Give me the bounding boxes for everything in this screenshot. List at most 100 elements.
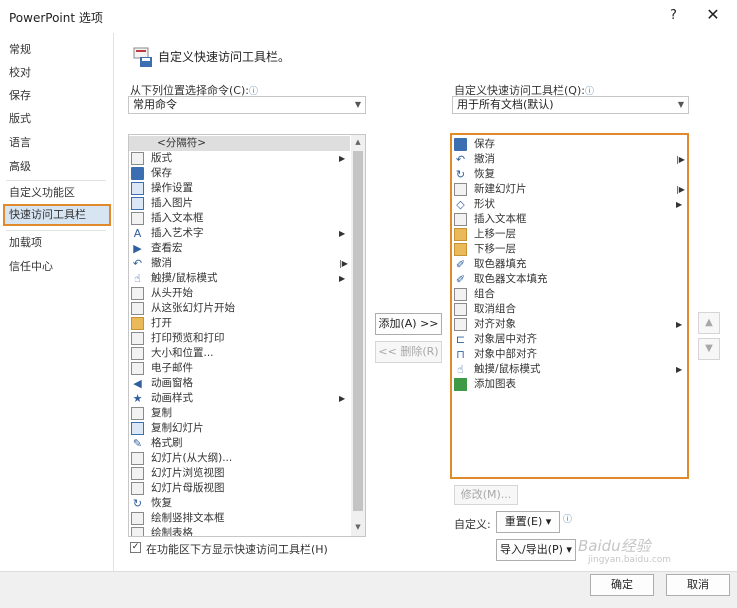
toolbar-commands-list[interactable]: 保存 ↶ 撤消 |▶ ↻ 恢复 新建幻灯片 |▶ ◇ 形状 ▶ 插入文本框 上移一层 下移一层 ✐ 取色器填充… bbox=[450, 133, 689, 479]
eyedropper-icon: ✐ bbox=[455, 258, 466, 271]
list-item-label: 查看宏 bbox=[151, 242, 183, 254]
submenu-arrow-icon: |▶ bbox=[676, 155, 685, 164]
list-item[interactable]: ↶ 撤消 |▶ bbox=[129, 256, 350, 271]
list-item[interactable]: 操作设置 bbox=[129, 181, 350, 196]
move-up-button[interactable]: ▲ bbox=[698, 312, 720, 334]
available-commands-list[interactable]: ▲ ▼ <分隔符> 版式 ▶ 保存 操作设置 插入图片 插入文本框 A 插入艺术字 ▶ ▶ 查看宏 ↶ 撤… bbox=[128, 134, 366, 537]
list-item[interactable]: 保存 bbox=[129, 166, 350, 181]
toolbar-scope-combo[interactable]: 用于所有文档(默认) ▼ bbox=[452, 96, 689, 114]
list-item[interactable]: 版式 ▶ bbox=[129, 151, 350, 166]
list-item-label: 新建幻灯片 bbox=[474, 183, 527, 195]
list-item[interactable]: ↶ 撤消 |▶ bbox=[452, 152, 687, 167]
scroll-up-icon[interactable]: ▲ bbox=[351, 135, 365, 149]
list-item[interactable]: ↻ 恢复 bbox=[129, 496, 350, 511]
list-item[interactable]: 打印预览和打印 bbox=[129, 331, 350, 346]
list-item[interactable]: ★ 动画样式 ▶ bbox=[129, 391, 350, 406]
list-item[interactable]: 绘制竖排文本框 bbox=[129, 511, 350, 526]
list-item[interactable]: 绘制表格 bbox=[129, 526, 350, 537]
list-item[interactable]: ⊏ 对象居中对齐 bbox=[452, 332, 687, 347]
submenu-arrow-icon: ▶ bbox=[339, 274, 346, 283]
scroll-thumb[interactable] bbox=[353, 151, 363, 511]
list-item[interactable]: 从这张幻灯片开始 bbox=[129, 301, 350, 316]
list-item-label: 撤消 bbox=[151, 257, 172, 269]
sidebar-item-language[interactable]: 语言 bbox=[3, 132, 111, 154]
list-item[interactable]: 电子邮件 bbox=[129, 361, 350, 376]
submenu-arrow-icon: ▶ bbox=[339, 154, 346, 163]
sidebar-item-proofing[interactable]: 校对 bbox=[3, 62, 111, 84]
sidebar-item-layout[interactable]: 版式 bbox=[3, 108, 111, 130]
sidebar-item-addins[interactable]: 加载项 bbox=[3, 232, 111, 254]
list-item[interactable]: ✐ 取色器文本填充 bbox=[452, 272, 687, 287]
list-item-label: 保存 bbox=[151, 167, 172, 179]
size-icon bbox=[131, 347, 144, 360]
scroll-down-icon[interactable]: ▼ bbox=[351, 520, 365, 534]
sidebar-divider bbox=[6, 180, 106, 181]
list-item[interactable]: ⊓ 对象中部对齐 bbox=[452, 347, 687, 362]
list-item[interactable]: 打开 bbox=[129, 316, 350, 331]
list-item[interactable]: 上移一层 bbox=[452, 227, 687, 242]
choose-commands-combo[interactable]: 常用命令 ▼ bbox=[128, 96, 366, 114]
list-item[interactable]: <分隔符> bbox=[129, 136, 350, 151]
list-item[interactable]: A 插入艺术字 ▶ bbox=[129, 226, 350, 241]
show-below-ribbon-checkbox[interactable]: ✓ bbox=[130, 542, 141, 553]
macro-icon: ▶ bbox=[133, 242, 142, 255]
list-item[interactable]: ☝ 触摸/鼠标模式 ▶ bbox=[452, 362, 687, 377]
list-item[interactable]: ◇ 形状 ▶ bbox=[452, 197, 687, 212]
ungroup-icon bbox=[454, 303, 467, 316]
list-item[interactable]: ☝ 触摸/鼠标模式 ▶ bbox=[129, 271, 350, 286]
sidebar-item-advanced[interactable]: 高级 bbox=[3, 156, 111, 178]
list-item[interactable]: ↻ 恢复 bbox=[452, 167, 687, 182]
list-item[interactable]: 保存 bbox=[452, 137, 687, 152]
sorter-icon bbox=[131, 467, 144, 480]
close-button[interactable]: ✕ bbox=[704, 5, 722, 24]
list-item[interactable]: 从头开始 bbox=[129, 286, 350, 301]
list-item[interactable]: ▶ 查看宏 bbox=[129, 241, 350, 256]
list-item[interactable]: ✎ 格式刷 bbox=[129, 436, 350, 451]
sidebar-item-quick-access-toolbar[interactable]: 快速访问工具栏 bbox=[3, 204, 111, 226]
action-icon bbox=[131, 182, 144, 195]
list-item[interactable]: 对齐对象 ▶ bbox=[452, 317, 687, 332]
list-item-label: 对象中部对齐 bbox=[474, 348, 537, 360]
list-item[interactable]: 取消组合 bbox=[452, 302, 687, 317]
available-commands-scrollbar[interactable]: ▲ ▼ bbox=[351, 135, 365, 536]
import-export-button[interactable]: 导入/导出(P) ▾ bbox=[496, 539, 576, 561]
list-item[interactable]: 复制 bbox=[129, 406, 350, 421]
list-item[interactable]: ◀ 动画窗格 bbox=[129, 376, 350, 391]
reset-button[interactable]: 重置(E) ▾ bbox=[496, 511, 560, 533]
sidebar-item-customize-ribbon[interactable]: 自定义功能区 bbox=[3, 182, 111, 204]
list-item-label: 添加图表 bbox=[474, 378, 516, 390]
modify-button[interactable]: 修改(M)... bbox=[454, 485, 518, 505]
add-button[interactable]: 添加(A) >> bbox=[375, 313, 442, 335]
list-item[interactable]: 新建幻灯片 |▶ bbox=[452, 182, 687, 197]
list-item-label: 触摸/鼠标模式 bbox=[151, 272, 218, 284]
list-item[interactable]: ✐ 取色器填充 bbox=[452, 257, 687, 272]
toolbar-scope-value: 用于所有文档(默认) bbox=[457, 98, 554, 111]
list-item[interactable]: 复制幻灯片 bbox=[129, 421, 350, 436]
list-item[interactable]: 幻灯片浏览视图 bbox=[129, 466, 350, 481]
list-item[interactable]: 添加图表 bbox=[452, 377, 687, 392]
sidebar-item-trust-center[interactable]: 信任中心 bbox=[3, 256, 111, 278]
list-item[interactable]: 下移一层 bbox=[452, 242, 687, 257]
duplicate-slide-icon bbox=[131, 422, 144, 435]
list-item-label: 复制幻灯片 bbox=[151, 422, 204, 434]
list-item[interactable]: 组合 bbox=[452, 287, 687, 302]
wordart-icon: A bbox=[133, 227, 142, 240]
list-item-label: 绘制表格 bbox=[151, 527, 193, 537]
customize-label: 自定义: bbox=[454, 518, 491, 531]
sidebar-item-general[interactable]: 常规 bbox=[3, 39, 111, 61]
list-item[interactable]: 大小和位置... bbox=[129, 346, 350, 361]
list-item[interactable]: 插入图片 bbox=[129, 196, 350, 211]
help-button[interactable]: ? bbox=[670, 8, 677, 23]
list-item-label: 对齐对象 bbox=[474, 318, 516, 330]
list-item[interactable]: 插入文本框 bbox=[129, 211, 350, 226]
list-item[interactable]: 幻灯片(从大纲)... bbox=[129, 451, 350, 466]
list-item[interactable]: 插入文本框 bbox=[452, 212, 687, 227]
list-item[interactable]: 幻灯片母版视图 bbox=[129, 481, 350, 496]
sidebar-item-save[interactable]: 保存 bbox=[3, 85, 111, 107]
list-item-label: 从这张幻灯片开始 bbox=[151, 302, 235, 314]
ok-button[interactable]: 确定 bbox=[590, 574, 654, 596]
move-down-button[interactable]: ▼ bbox=[698, 338, 720, 360]
remove-button[interactable]: << 删除(R) bbox=[375, 341, 442, 363]
list-item-label: 动画窗格 bbox=[151, 377, 193, 389]
cancel-button[interactable]: 取消 bbox=[666, 574, 730, 596]
